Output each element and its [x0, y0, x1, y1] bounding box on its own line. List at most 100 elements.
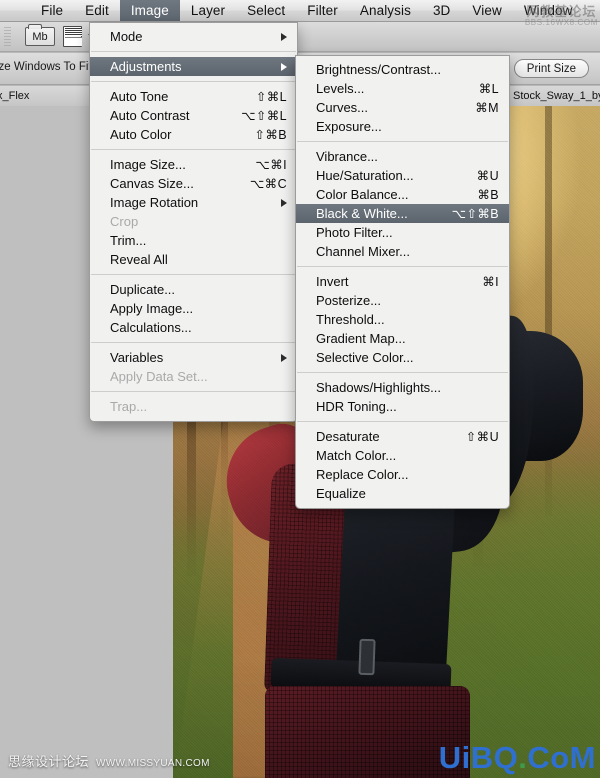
menu-item-black-white[interactable]: Black & White... ⌥⇧⌘B: [296, 204, 509, 223]
arrange-documents-icon[interactable]: [63, 26, 82, 47]
menu-item-vibrance[interactable]: Vibrance...: [296, 147, 509, 166]
watermark-top-right: 网教基论坛 BBS.16WX8.COM: [525, 1, 598, 27]
menu-item-brightness-contrast[interactable]: Brightness/Contrast...: [296, 60, 509, 79]
menubar-item-image[interactable]: Image: [119, 0, 180, 21]
menu-item-auto-color[interactable]: Auto Color ⇧⌘B: [90, 125, 297, 144]
menu-separator: [297, 421, 508, 422]
menu-item-duplicate[interactable]: Duplicate...: [90, 280, 297, 299]
menubar-item-file[interactable]: File: [30, 0, 74, 21]
resize-windows-to-fit-label: ize Windows To Fit: [0, 61, 92, 73]
menu-item-mode[interactable]: Mode: [90, 27, 297, 46]
menu-item-calculations[interactable]: Calculations...: [90, 318, 297, 337]
document-tab-right-label: Stock_Sway_1_by: [513, 90, 600, 102]
menu-item-label: Exposure...: [316, 119, 382, 134]
watermark-missyuan-cn: 思缘设计论坛: [8, 754, 90, 769]
mini-bridge-icon[interactable]: Mb: [25, 24, 55, 46]
menu-item-auto-tone[interactable]: Auto Tone ⇧⌘L: [90, 87, 297, 106]
menubar-item-edit[interactable]: Edit: [74, 0, 120, 21]
menu-bar: File Edit Image Layer Select Filter Anal…: [0, 0, 600, 22]
menu-item-match-color[interactable]: Match Color...: [296, 446, 509, 465]
menu-item-label: Invert: [316, 274, 349, 289]
menu-item-posterize[interactable]: Posterize...: [296, 291, 509, 310]
menu-item-label: Variables: [110, 350, 164, 365]
menu-item-image-size[interactable]: Image Size... ⌥⌘I: [90, 155, 297, 174]
menu-item-apply-data-set: Apply Data Set...: [90, 367, 297, 386]
menu-item-photo-filter[interactable]: Photo Filter...: [296, 223, 509, 242]
watermark-uibq-dot: .: [518, 740, 528, 775]
menu-item-apply-image[interactable]: Apply Image...: [90, 299, 297, 318]
menu-separator: [91, 51, 296, 52]
menu-item-shortcut: ⌘U: [476, 169, 499, 183]
watermark-uibq-i: i: [461, 740, 471, 775]
menu-item-canvas-size[interactable]: Canvas Size... ⌥⌘C: [90, 174, 297, 193]
menu-item-label: Duplicate...: [110, 282, 176, 297]
menu-item-invert[interactable]: Invert ⌘I: [296, 272, 509, 291]
menu-item-label: Mode: [110, 29, 143, 44]
menu-item-shortcut: ⌘M: [475, 101, 499, 115]
menu-item-color-balance[interactable]: Color Balance... ⌘B: [296, 185, 509, 204]
menu-separator: [91, 149, 296, 150]
menu-item-label: Image Rotation: [110, 195, 199, 210]
menu-item-label: Adjustments: [110, 59, 182, 74]
menu-item-exposure[interactable]: Exposure...: [296, 117, 509, 136]
menu-item-label: Apply Image...: [110, 301, 194, 316]
arrange-documents-bars: [65, 28, 82, 36]
menu-item-shadows-highlights[interactable]: Shadows/Highlights...: [296, 378, 509, 397]
menu-item-label: Black & White...: [316, 206, 408, 221]
menu-item-desaturate[interactable]: Desaturate ⇧⌘U: [296, 427, 509, 446]
menu-separator: [297, 372, 508, 373]
print-size-button[interactable]: Print Size: [513, 59, 589, 78]
menu-item-variables[interactable]: Variables: [90, 348, 297, 367]
menu-item-label: Auto Contrast: [110, 108, 190, 123]
menu-item-auto-contrast[interactable]: Auto Contrast ⌥⇧⌘L: [90, 106, 297, 125]
menu-item-label: Apply Data Set...: [110, 369, 208, 384]
document-tab-right[interactable]: Stock_Sway_1_by: [506, 86, 600, 106]
menu-item-label: Channel Mixer...: [316, 244, 410, 259]
menubar-item-layer[interactable]: Layer: [180, 0, 236, 21]
menubar-item-analysis[interactable]: Analysis: [349, 0, 422, 21]
menu-item-label: Brightness/Contrast...: [316, 62, 441, 77]
menu-item-label: Photo Filter...: [316, 225, 393, 240]
menu-item-label: Vibrance...: [316, 149, 378, 164]
menu-item-label: Gradient Map...: [316, 331, 406, 346]
menu-item-shortcut: ⇧⌘B: [254, 128, 287, 142]
adjustments-submenu-dropdown[interactable]: Brightness/Contrast... Levels... ⌘L Curves.…: [295, 55, 510, 509]
menu-item-label: Threshold...: [316, 312, 385, 327]
document-tab-left[interactable]: ay_1_by_Flex_Flex: [0, 86, 98, 106]
menu-item-channel-mixer[interactable]: Channel Mixer...: [296, 242, 509, 261]
menu-item-trap: Trap...: [90, 397, 297, 416]
arrange-documents-body: [65, 37, 82, 46]
menu-item-shortcut: ⌥⇧⌘L: [241, 109, 287, 123]
menu-item-hue-saturation[interactable]: Hue/Saturation... ⌘U: [296, 166, 509, 185]
menubar-item-3d[interactable]: 3D: [422, 0, 461, 21]
image-menu-dropdown[interactable]: Mode Adjustments Auto Tone ⇧⌘L Auto Contrast…: [89, 22, 298, 422]
menu-separator: [297, 141, 508, 142]
menu-separator: [91, 81, 296, 82]
menu-item-replace-color[interactable]: Replace Color...: [296, 465, 509, 484]
menu-item-adjustments[interactable]: Adjustments: [90, 57, 297, 76]
menu-item-image-rotation[interactable]: Image Rotation: [90, 193, 297, 212]
submenu-arrow-icon: [281, 62, 287, 71]
menu-item-hdr-toning[interactable]: HDR Toning...: [296, 397, 509, 416]
print-size-button-label: Print Size: [526, 62, 576, 75]
menu-item-label: Auto Color: [110, 127, 172, 142]
menu-item-reveal-all[interactable]: Reveal All: [90, 250, 297, 269]
menubar-item-filter[interactable]: Filter: [296, 0, 349, 21]
menu-item-label: Levels...: [316, 81, 365, 96]
menu-item-threshold[interactable]: Threshold...: [296, 310, 509, 329]
menu-item-label: Hue/Saturation...: [316, 168, 414, 183]
menu-item-gradient-map[interactable]: Gradient Map...: [296, 329, 509, 348]
menu-item-trim[interactable]: Trim...: [90, 231, 297, 250]
menubar-item-view[interactable]: View: [461, 0, 512, 21]
menu-separator: [91, 274, 296, 275]
menu-item-shortcut: ⇧⌘L: [255, 90, 287, 104]
options-bar-grip[interactable]: [4, 27, 11, 47]
menu-item-equalize[interactable]: Equalize: [296, 484, 509, 503]
menubar-item-select[interactable]: Select: [236, 0, 296, 21]
menu-item-curves[interactable]: Curves... ⌘M: [296, 98, 509, 117]
menu-item-selective-color[interactable]: Selective Color...: [296, 348, 509, 367]
menu-item-levels[interactable]: Levels... ⌘L: [296, 79, 509, 98]
watermark-top-en: BBS.16WX8.COM: [524, 18, 598, 27]
menu-item-label: Match Color...: [316, 448, 397, 463]
menu-item-shortcut: ⇧⌘U: [465, 430, 499, 444]
